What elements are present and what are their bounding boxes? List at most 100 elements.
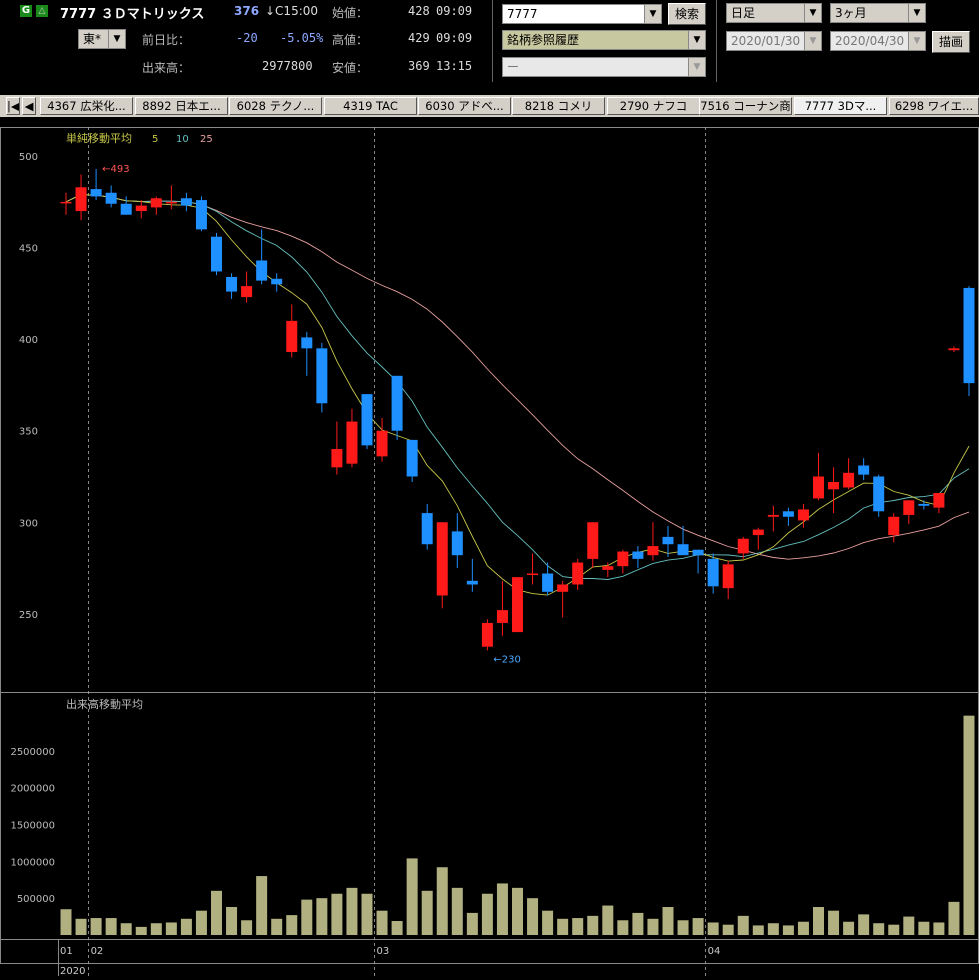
volume-bar — [647, 918, 659, 935]
range-select[interactable]: 3ヶ月 ▼ — [830, 3, 926, 23]
secondary-select-value: ー — [507, 60, 520, 74]
candle-body — [527, 573, 539, 576]
secondary-select[interactable]: ー ▼ — [502, 57, 706, 77]
candle-body — [888, 516, 900, 536]
candle-body — [828, 481, 840, 490]
volume-bar — [557, 918, 569, 935]
volume-bar — [797, 921, 809, 935]
candle-body — [707, 558, 719, 587]
volume-bar — [391, 921, 403, 935]
volume-bar — [60, 909, 72, 935]
low-annotation: ←230 — [493, 654, 520, 665]
candle-body — [542, 573, 554, 592]
volume-bar — [361, 893, 373, 935]
tab-stock[interactable]: 6298 ワイエ... — [889, 97, 979, 115]
volume-bar — [346, 887, 358, 935]
volume-bar — [782, 925, 794, 935]
volume-bar — [165, 922, 177, 935]
candle-body — [632, 551, 644, 559]
quote-header: G △ 7777 ３Ｄマトリックス 376 ↓C15:00 東* ▼ 前日比： … — [0, 0, 979, 92]
tab-stock[interactable]: 7516 コーナン商 — [699, 97, 792, 115]
history-select[interactable]: 銘柄参照履歴 ▼ — [502, 30, 706, 50]
candle-body — [557, 584, 569, 592]
candle-body — [195, 200, 207, 230]
volume-bar — [271, 918, 283, 935]
candle-body — [75, 187, 87, 212]
volume-bar — [376, 910, 388, 935]
volume-tick-label: 500000 — [17, 894, 55, 905]
divider — [492, 0, 493, 82]
tab-stock[interactable]: 4319 TAC — [324, 97, 417, 115]
volume-bar — [617, 920, 629, 935]
tab-stock[interactable]: 6028 テクノ... — [229, 97, 322, 115]
candle-body — [436, 522, 448, 596]
low-label: 安値： — [332, 61, 369, 75]
high-time: 09:09 — [436, 31, 473, 45]
candle-body — [271, 278, 283, 285]
date-from-input[interactable]: 2020/01/30 ▼ — [726, 31, 822, 51]
volume-bar — [75, 918, 87, 935]
candle-body — [737, 538, 749, 554]
volume-bar — [256, 876, 268, 935]
candle-body — [90, 189, 102, 197]
tab-stock[interactable]: 8218 コメリ — [512, 97, 605, 115]
candle-body — [617, 551, 629, 567]
candle-body — [331, 449, 343, 468]
y-tick-label: 450 — [19, 244, 38, 255]
exchange-select[interactable]: 東* ▼ — [78, 29, 126, 49]
prev-page-button[interactable]: ◀ — [22, 97, 36, 115]
candle-body — [165, 201, 177, 204]
candle-body — [120, 203, 132, 215]
alert-icon[interactable]: △ — [36, 5, 48, 17]
volume-bar — [677, 920, 689, 935]
candle-body — [602, 566, 614, 570]
open-label: 始値： — [332, 6, 369, 20]
ma-legend-item: 25 — [200, 134, 213, 145]
search-button[interactable]: 検索 — [668, 3, 706, 25]
volume-label: 出来高： — [142, 61, 191, 75]
volume-bar — [512, 887, 523, 935]
code-search-input[interactable]: 7777 ▼ — [502, 4, 662, 24]
tab-stock[interactable]: 2790 ナフコ — [607, 97, 700, 115]
volume-bar — [963, 715, 975, 935]
y-tick-label: 400 — [19, 335, 38, 346]
candle-body — [135, 205, 147, 212]
candle-body — [843, 472, 855, 488]
date-to-value: 2020/04/30 — [835, 34, 905, 48]
divider — [716, 0, 717, 82]
tab-stock[interactable]: 7777 3Dマ... — [794, 97, 887, 115]
chevron-down-icon: ▼ — [908, 4, 925, 22]
ma-legend-item: 10 — [176, 134, 189, 145]
volume-bar — [316, 898, 328, 935]
tab-stock[interactable]: 4367 広栄化... — [40, 97, 133, 115]
candle-body — [677, 544, 689, 556]
candle-body — [496, 610, 508, 623]
volume-bar — [602, 905, 614, 935]
code-search-value: 7777 — [507, 7, 538, 21]
volume-bar — [752, 925, 764, 935]
candle-body — [421, 513, 433, 545]
candle-body — [60, 201, 72, 204]
stock-tab-bar: |◀ ◀ 4367 広栄化... 8892 日本エ... 6028 テクノ... 43… — [0, 95, 979, 117]
candle-body — [391, 375, 403, 431]
candle-body — [918, 503, 930, 506]
date-to-input[interactable]: 2020/04/30 ▼ — [830, 31, 926, 51]
range-select-value: 3ヶ月 — [835, 6, 867, 20]
volume-bar — [436, 867, 448, 935]
candle-body — [256, 260, 268, 281]
candle-body — [873, 476, 885, 512]
first-page-button[interactable]: |◀ — [6, 97, 20, 115]
candle-body — [782, 511, 794, 517]
chevron-down-icon: ▼ — [908, 32, 925, 50]
candle-body — [903, 500, 915, 515]
volume-bar — [496, 883, 508, 935]
chart-area: 250 300 350 400 450 500 500000 1000000 1500000 20… — [0, 127, 979, 977]
draw-button[interactable]: 描画 — [932, 31, 970, 53]
volume-bar — [707, 922, 719, 935]
chevron-down-icon: ▼ — [804, 32, 821, 50]
candle-body — [211, 236, 222, 272]
period-select[interactable]: 日足 ▼ — [726, 3, 822, 23]
volume-bar — [722, 924, 734, 935]
tab-stock[interactable]: 8892 日本エ... — [135, 97, 228, 115]
tab-stock[interactable]: 6030 アドベ... — [418, 97, 511, 115]
